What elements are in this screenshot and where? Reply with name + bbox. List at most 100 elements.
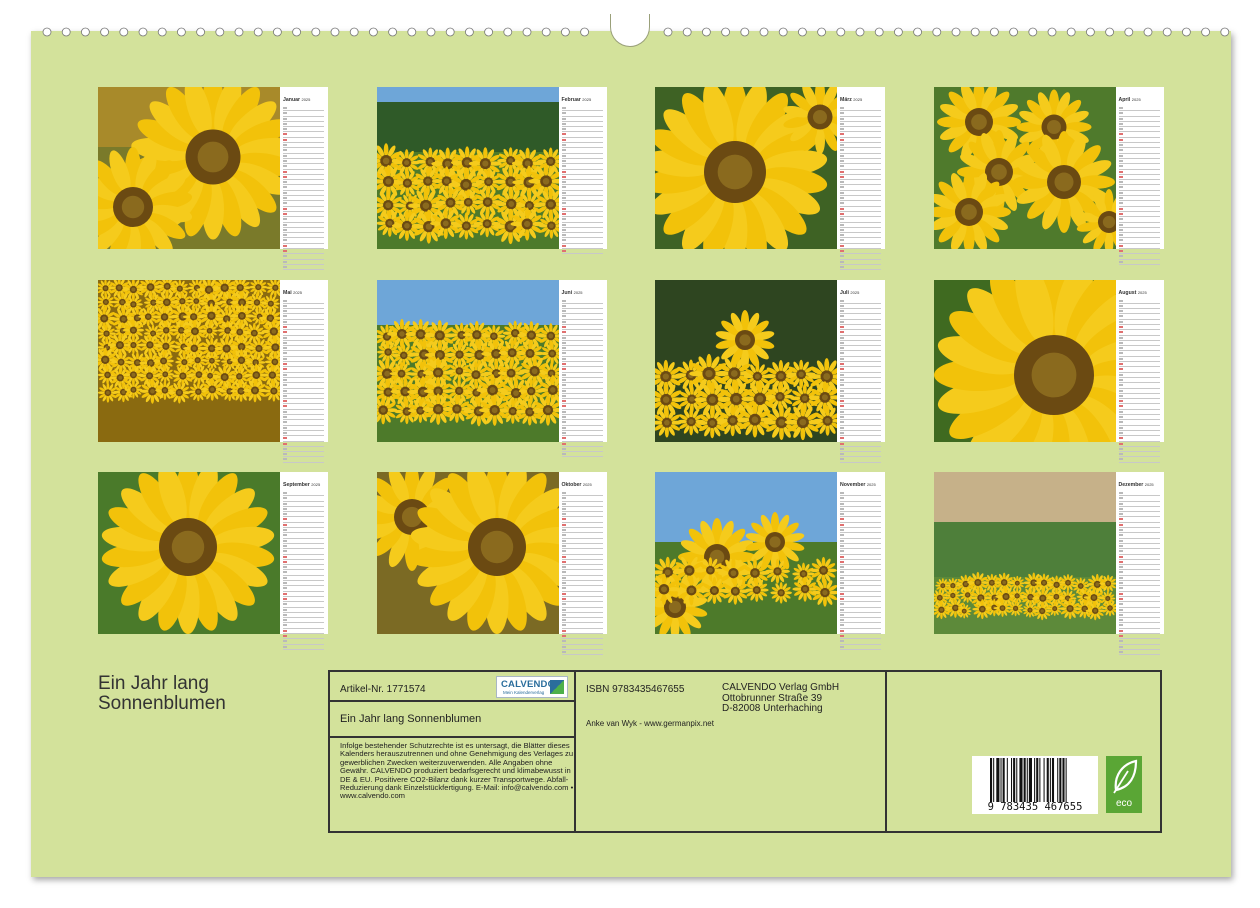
month-year: 2025	[1131, 97, 1141, 102]
day-row	[561, 452, 603, 458]
month-name: Januar 2025	[283, 97, 310, 103]
month-page: Juni 2025	[376, 279, 607, 458]
binding-hole	[1220, 27, 1230, 37]
single-sunflower-green-photo	[98, 472, 280, 634]
binding-hole	[253, 27, 263, 37]
binding-hole	[1201, 27, 1210, 37]
binding-hole	[1124, 27, 1134, 37]
binding-hole	[522, 27, 532, 37]
binding-hole	[778, 27, 788, 37]
month-page: März 2025	[655, 87, 885, 271]
month-day-list: Dezember 2025	[1115, 472, 1164, 656]
month-page: April 2025	[933, 87, 1164, 265]
day-row	[840, 457, 881, 463]
binding-hole	[464, 27, 474, 37]
month-name: September 2025	[283, 482, 320, 488]
month-day-list: August 2025	[1115, 279, 1164, 463]
binding-hole	[1028, 27, 1038, 37]
binding-hole	[990, 27, 999, 37]
sunflower-side-view-photo	[655, 87, 837, 249]
month-name: Oktober 2025	[562, 482, 592, 488]
binding-hole	[913, 27, 922, 37]
binding-hole	[855, 27, 865, 37]
month-year: 2025	[850, 289, 860, 295]
binding-hole	[61, 27, 71, 37]
month-page: Mai 2025	[98, 279, 328, 463]
sunflowers-sky-photo	[655, 472, 837, 634]
day-row	[283, 645, 324, 650]
info-divider	[330, 700, 574, 702]
binding-hole	[970, 27, 980, 37]
article-number: Artikel-Nr. 1771574	[340, 684, 426, 695]
binding-hole	[138, 27, 148, 37]
binding-hole	[234, 27, 244, 37]
binding-hole	[874, 27, 884, 37]
binding-hole	[580, 27, 589, 37]
info-divider	[885, 672, 887, 831]
month-label: Oktober	[561, 482, 582, 488]
binding-hole	[445, 27, 455, 37]
publisher-city: D-82008 Unterhaching	[722, 703, 823, 714]
month-year: 2025	[573, 289, 583, 295]
month-page: November 2025	[655, 472, 885, 650]
month-page: Februar 2025	[376, 87, 607, 255]
publisher-name: CALVENDO Verlag GmbH	[722, 682, 840, 693]
author-credit: Anke van Wyk - www.germanpix.net	[586, 719, 714, 728]
binding-hole	[702, 27, 711, 37]
month-day-list: November 2025	[837, 472, 885, 650]
day-row	[1118, 260, 1160, 265]
logo-brand-text: CALVENDO	[501, 679, 556, 690]
binding-hole	[541, 27, 551, 37]
binding-hole	[388, 27, 398, 37]
month-day-list: März 2025	[837, 87, 885, 271]
binding-hole	[759, 27, 769, 37]
binding-hole	[721, 27, 730, 37]
month-page: Januar 2025	[98, 87, 328, 271]
month-name: November 2025	[840, 482, 876, 488]
calvendo-logo: CALVENDO Mein Kalenderverlag	[496, 676, 568, 698]
binding-hole	[1086, 27, 1095, 37]
day-row	[840, 265, 881, 271]
binding-hole	[196, 27, 206, 37]
eco-badge: eco	[1106, 756, 1142, 813]
calendar-title: Ein Jahr lang Sonnenblumen	[98, 674, 226, 714]
binding-hole	[1182, 27, 1191, 37]
binding-hole	[1047, 27, 1057, 37]
day-row	[840, 645, 881, 650]
legal-notice: Infolge bestehender Schutzrechte ist es …	[340, 741, 574, 801]
binding-hole	[311, 27, 321, 37]
barcode: 9 783435 467655	[972, 756, 1098, 814]
month-grid: Januar 2025 Februar 2025 März 2025 April 20…	[98, 87, 1164, 656]
month-label: September	[283, 482, 310, 488]
month-year: 2025	[582, 482, 592, 487]
binding-hole	[503, 27, 513, 37]
month-name: März 2025	[840, 97, 862, 103]
month-year: 2025	[293, 289, 303, 295]
month-day-list: Februar 2025	[558, 87, 607, 255]
logo-flag-icon	[550, 680, 564, 694]
binding-hole	[368, 27, 378, 37]
month-name: Dezember 2025	[1119, 482, 1154, 488]
binding-hole	[1009, 27, 1018, 37]
month-page: Oktober 2025	[376, 472, 607, 656]
month-label: Mai	[283, 289, 292, 296]
sunflower-closeup-pair-photo	[98, 87, 280, 249]
month-day-list: April 2025	[1115, 87, 1164, 265]
month-name: April 2025	[1119, 97, 1141, 103]
title-line-2: Sonnenblumen	[98, 693, 226, 714]
binding-hole	[119, 27, 129, 37]
month-day-list: September 2025	[280, 472, 328, 650]
binding-hole	[932, 27, 942, 37]
month-day-list: Juli 2025	[837, 279, 885, 463]
binding-hole	[1105, 27, 1114, 37]
day-row	[283, 457, 324, 463]
barcode-number: 9 783435 467655	[972, 802, 1098, 813]
binding-hole	[1143, 27, 1153, 37]
sunflowers-dark-background-photo	[655, 279, 837, 442]
landscape-sunflower-field-photo	[933, 472, 1116, 634]
binding-hole	[292, 27, 302, 37]
month-name: Juni 2025	[562, 290, 583, 296]
day-row	[561, 249, 603, 255]
leaf-icon	[1113, 759, 1138, 794]
dense-sunflower-field-photo	[98, 279, 280, 442]
